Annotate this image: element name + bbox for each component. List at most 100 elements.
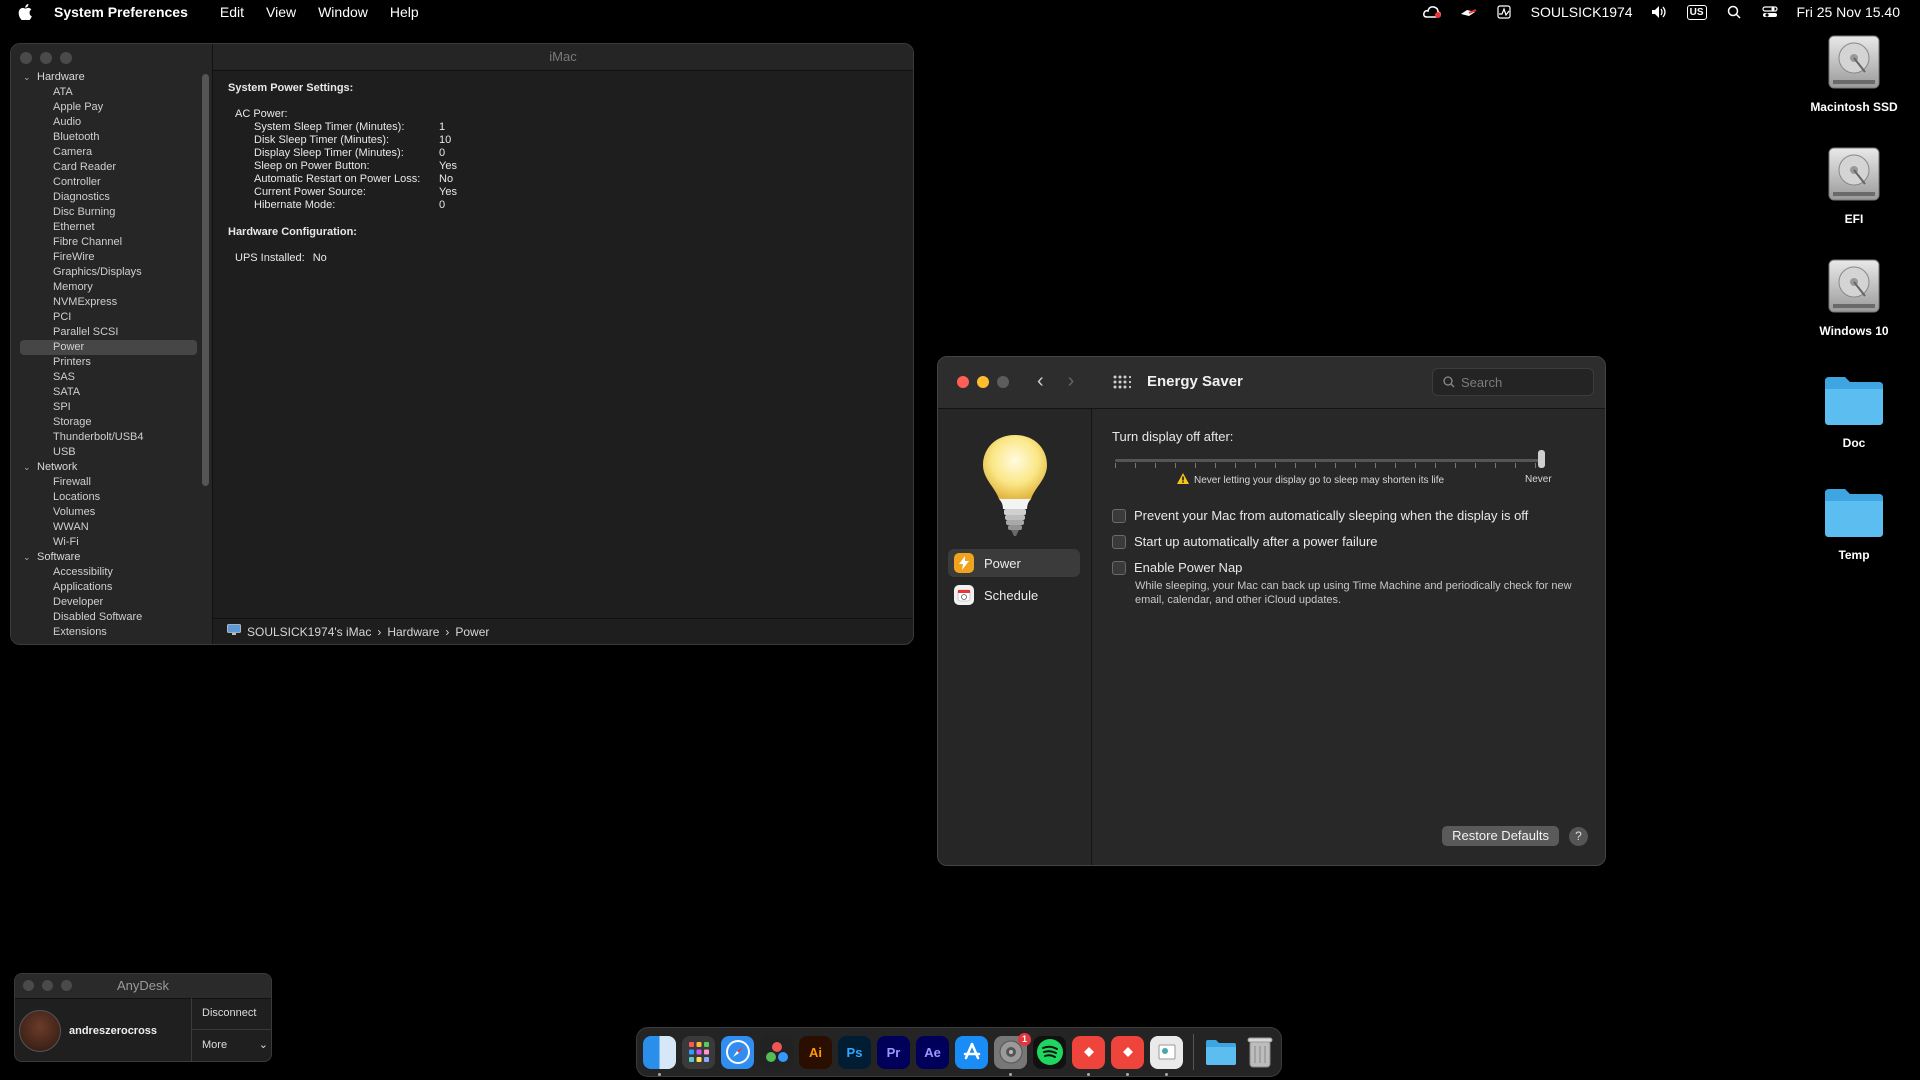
path-hardware[interactable]: Hardware (387, 625, 439, 639)
dock-after-effects-icon[interactable]: Ae (916, 1035, 949, 1069)
tree-item[interactable]: Apple Pay (11, 100, 207, 115)
back-icon[interactable]: ‹ (1037, 370, 1044, 393)
input-source-badge[interactable]: US (1686, 4, 1707, 20)
tree-item[interactable]: USB (11, 445, 207, 460)
tree-item[interactable]: Fibre Channel (11, 235, 207, 250)
dock-davinci-resolve-icon[interactable] (760, 1035, 793, 1069)
chevron-down-icon[interactable]: ⌄ (23, 70, 33, 85)
forward-icon[interactable]: › (1068, 370, 1075, 393)
tree-group[interactable]: ⌄ Hardware (11, 70, 207, 85)
dock-illustrator-icon[interactable]: Ai (799, 1035, 832, 1069)
dock-spotify-icon[interactable] (1033, 1035, 1066, 1069)
startup-after-failure-row[interactable]: Start up automatically after a power fai… (1112, 534, 1378, 549)
tree-item[interactable]: Thunderbolt/USB4 (11, 430, 207, 445)
path-power[interactable]: Power (455, 625, 489, 639)
tree-item[interactable]: Parallel SCSI (11, 325, 207, 340)
power-nap-checkbox[interactable] (1112, 560, 1126, 575)
search-field[interactable]: Search (1432, 368, 1594, 396)
creative-cloud-icon[interactable] (1422, 3, 1441, 21)
dock-anydesk-alt-icon[interactable] (1111, 1035, 1144, 1076)
tree-item[interactable]: Extensions (11, 625, 207, 640)
dock-trash-icon[interactable] (1243, 1036, 1276, 1069)
menu-help[interactable]: Help (390, 4, 419, 20)
tree-item[interactable]: ATA (11, 85, 207, 100)
slider-knob[interactable] (1538, 450, 1545, 468)
display-sleep-slider[interactable] (1115, 449, 1545, 471)
tree-item[interactable]: Bluetooth (11, 130, 207, 145)
tree-item[interactable]: Card Reader (11, 160, 207, 175)
zoom-button[interactable] (61, 980, 72, 991)
menu-window[interactable]: Window (318, 4, 368, 20)
zoom-button[interactable] (60, 52, 72, 64)
startup-after-failure-checkbox[interactable] (1112, 534, 1126, 549)
menubar-clock[interactable]: Fri 25 Nov 15.40 (1797, 4, 1901, 20)
tree-item[interactable]: Applications (11, 580, 207, 595)
control-center-icon[interactable] (1761, 3, 1779, 21)
restore-defaults-button[interactable]: Restore Defaults (1442, 826, 1559, 846)
pane-schedule[interactable]: Schedule (948, 581, 1080, 609)
close-button[interactable] (23, 980, 34, 991)
tree-item[interactable]: Camera (11, 145, 207, 160)
tree-item[interactable]: Diagnostics (11, 190, 207, 205)
menu-app-name[interactable]: System Preferences (54, 4, 188, 20)
tree-item[interactable]: SATA (11, 385, 207, 400)
tree-group[interactable]: ⌄ Software (11, 550, 207, 565)
minimize-button[interactable] (977, 376, 989, 388)
close-button[interactable] (957, 376, 969, 388)
disconnect-button[interactable]: Disconnect (192, 998, 271, 1030)
tree-item[interactable]: Ethernet (11, 220, 207, 235)
tree-item[interactable]: WWAN (11, 520, 207, 535)
dock-preview-icon[interactable] (1150, 1035, 1183, 1076)
volume-icon[interactable] (1651, 3, 1669, 21)
tree-item[interactable]: SAS (11, 370, 207, 385)
tree-item[interactable]: Memory (11, 280, 207, 295)
tree-item[interactable]: Developer (11, 595, 207, 610)
close-button[interactable] (20, 52, 32, 64)
desktop-drive-macintosh-ssd[interactable]: Macintosh SSD (1794, 32, 1914, 114)
desktop-folder-doc[interactable]: Doc (1794, 368, 1914, 450)
tree-item[interactable]: Accessibility (11, 565, 207, 580)
tree-item[interactable]: NVMExpress (11, 295, 207, 310)
tree-item[interactable]: FireWire (11, 250, 207, 265)
zoom-button[interactable] (997, 376, 1009, 388)
activity-monitor-icon[interactable] (1495, 3, 1513, 21)
tree-item[interactable]: Disc Burning (11, 205, 207, 220)
tree-item[interactable]: Printers (11, 355, 207, 370)
dock-system-preferences-icon[interactable]: 1 (994, 1032, 1031, 1076)
minimize-button[interactable] (42, 980, 53, 991)
menubar-username[interactable]: SOULSICK1974 (1531, 4, 1633, 20)
power-nap-row[interactable]: Enable Power Nap (1112, 560, 1242, 575)
tree-item[interactable]: Graphics/Displays (11, 265, 207, 280)
tree-item[interactable]: Power (20, 340, 197, 355)
minimize-button[interactable] (40, 52, 52, 64)
path-computer[interactable]: SOULSICK1974's iMac (247, 625, 371, 639)
menu-edit[interactable]: Edit (220, 4, 244, 20)
tree-group[interactable]: ⌄ Network (11, 460, 207, 475)
tree-item[interactable]: PCI (11, 310, 207, 325)
pane-power[interactable]: Power (948, 549, 1080, 577)
desktop-folder-temp[interactable]: Temp (1794, 480, 1914, 562)
tree-item[interactable]: Locations (11, 490, 207, 505)
desktop-drive-efi[interactable]: EFI (1794, 144, 1914, 226)
tree-item[interactable]: Firewall (11, 475, 207, 490)
dock-downloads-folder-icon[interactable] (1204, 1036, 1237, 1069)
tree-item[interactable]: Volumes (11, 505, 207, 520)
dock-anydesk-icon[interactable] (1072, 1035, 1105, 1076)
desktop-drive-windows-10[interactable]: Windows 10 (1794, 256, 1914, 338)
tree-item[interactable]: Audio (11, 115, 207, 130)
tree-item[interactable]: Disabled Software (11, 610, 207, 625)
more-button[interactable]: More ⌄ (192, 1030, 271, 1061)
prevent-sleep-checkbox[interactable] (1112, 508, 1126, 523)
chevron-down-icon[interactable]: ⌄ (23, 550, 33, 565)
dock-finder-icon[interactable] (643, 1035, 676, 1076)
sidebar-scrollbar[interactable] (202, 74, 209, 486)
tree-item[interactable]: SPI (11, 400, 207, 415)
tree-item[interactable]: Wi-Fi (11, 535, 207, 550)
chevron-down-icon[interactable]: ⌄ (23, 460, 33, 475)
dock-photoshop-icon[interactable]: Ps (838, 1035, 871, 1069)
tree-item[interactable]: Controller (11, 175, 207, 190)
menu-view[interactable]: View (266, 4, 296, 20)
show-all-grid-icon[interactable] (1113, 375, 1132, 394)
dock-safari-icon[interactable] (721, 1035, 754, 1069)
dock-premiere-icon[interactable]: Pr (877, 1035, 910, 1069)
